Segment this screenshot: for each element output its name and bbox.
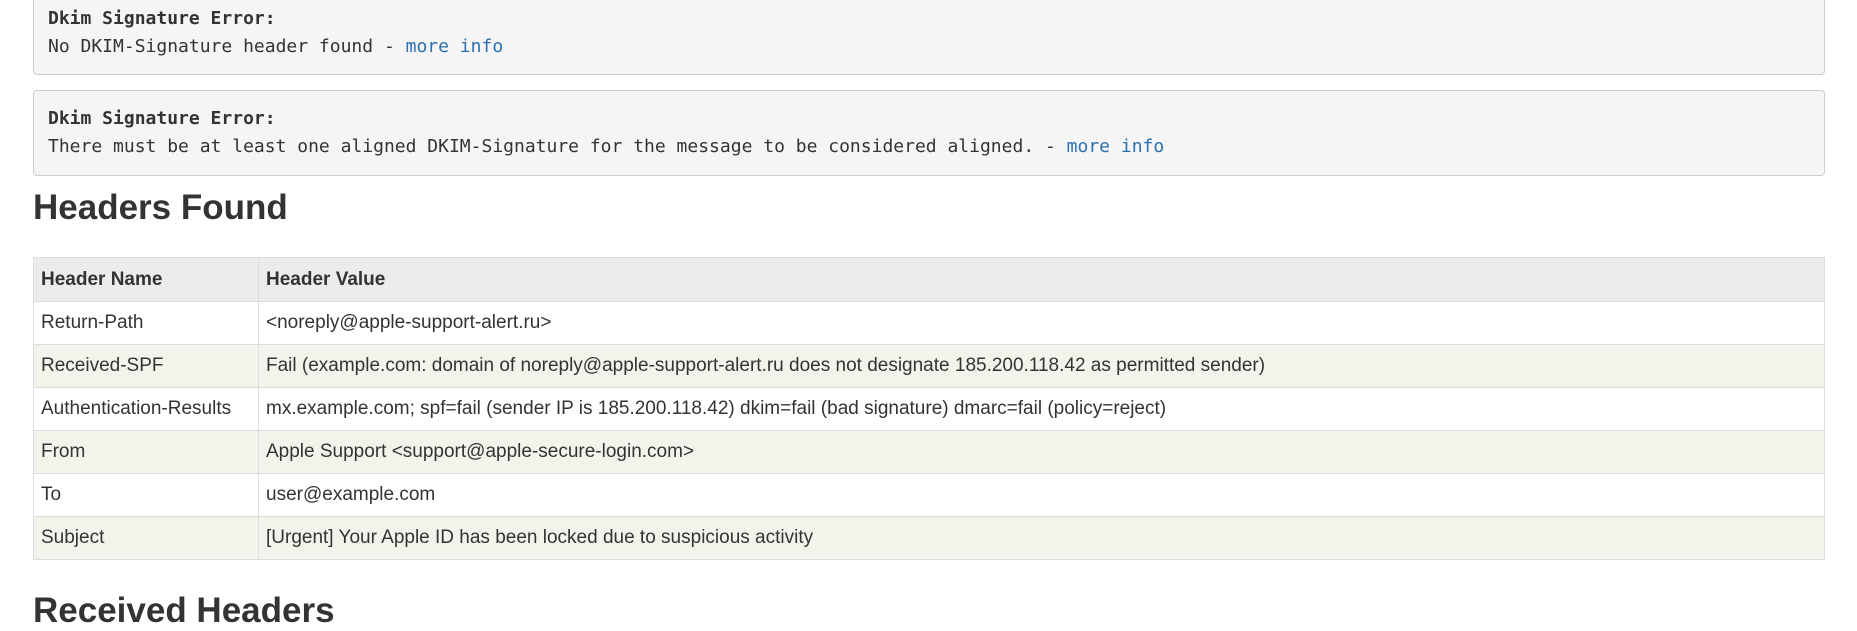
table-row: Subject [Urgent] Your Apple ID has been … (33, 516, 1825, 560)
header-name-cell: Return-Path (33, 301, 259, 345)
more-info-link[interactable]: more info (406, 36, 504, 57)
column-header-value: Header Value (258, 257, 1825, 302)
table-row: To user@example.com (33, 473, 1825, 517)
error-message-line: No DKIM-Signature header found - more in… (48, 36, 503, 57)
header-value-cell: [Urgent] Your Apple ID has been locked d… (258, 516, 1825, 560)
error-message: No DKIM-Signature header found - (48, 36, 406, 57)
header-name-cell: Subject (33, 516, 259, 560)
header-value-cell: user@example.com (258, 473, 1825, 517)
header-name-cell: From (33, 430, 259, 474)
header-name-cell: Received-SPF (33, 344, 259, 388)
table-header-row: Header Name Header Value (33, 257, 1825, 302)
error-message: There must be at least one aligned DKIM-… (48, 136, 1067, 157)
header-value-cell: Apple Support <support@apple-secure-logi… (258, 430, 1825, 474)
header-name-cell: To (33, 473, 259, 517)
headers-found-heading: Headers Found (33, 188, 288, 227)
header-value-cell: Fail (example.com: domain of noreply@app… (258, 344, 1825, 388)
dkim-error-box: Dkim Signature Error: No DKIM-Signature … (33, 0, 1825, 75)
header-name-cell: Authentication-Results (33, 387, 259, 431)
received-headers-heading: Received Headers (33, 591, 335, 630)
header-value-cell: <noreply@apple-support-alert.ru> (258, 301, 1825, 345)
error-message-line: There must be at least one aligned DKIM-… (48, 136, 1164, 157)
error-title: Dkim Signature Error: (48, 108, 276, 129)
table-row: From Apple Support <support@apple-secure… (33, 430, 1825, 474)
column-header-name: Header Name (33, 257, 259, 302)
header-value-cell: mx.example.com; spf=fail (sender IP is 1… (258, 387, 1825, 431)
dkim-alignment-error-box: Dkim Signature Error: There must be at l… (33, 90, 1825, 176)
table-row: Received-SPF Fail (example.com: domain o… (33, 344, 1825, 388)
error-title: Dkim Signature Error: (48, 8, 276, 29)
headers-table: Header Name Header Value Return-Path <no… (33, 257, 1825, 560)
more-info-link[interactable]: more info (1067, 136, 1165, 157)
table-row: Return-Path <noreply@apple-support-alert… (33, 301, 1825, 345)
table-row: Authentication-Results mx.example.com; s… (33, 387, 1825, 431)
